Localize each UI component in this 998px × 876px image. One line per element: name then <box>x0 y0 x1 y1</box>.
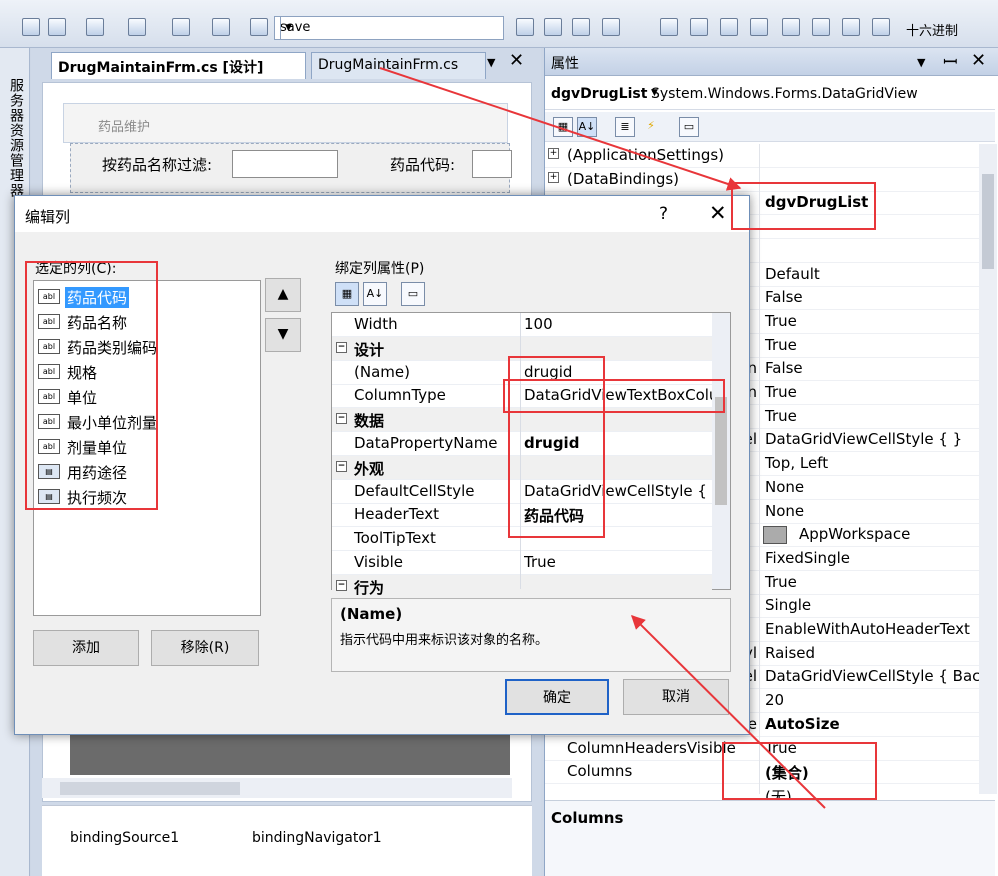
annotation-arrows <box>379 67 826 809</box>
annotation-arrow <box>631 615 826 809</box>
annotation-arrow <box>379 67 742 191</box>
